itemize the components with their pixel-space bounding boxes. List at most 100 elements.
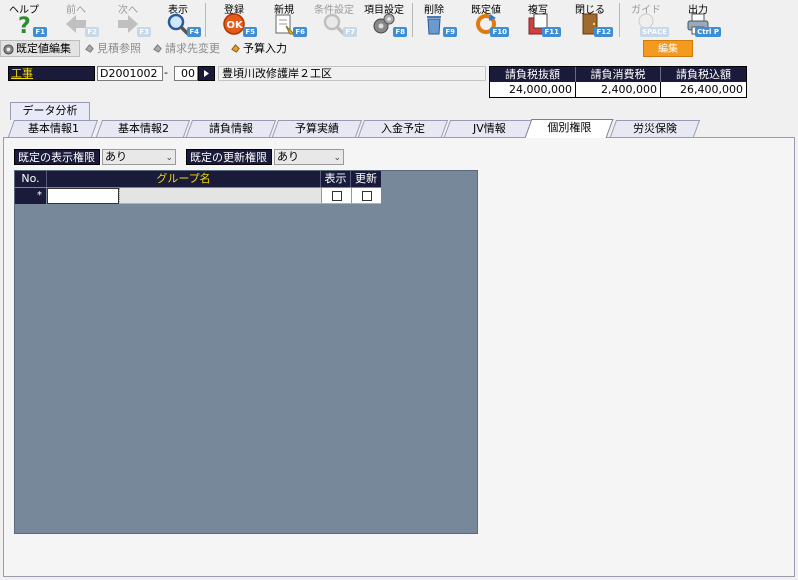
column-header-group[interactable]: グループ名	[47, 171, 321, 187]
display-key: F4	[187, 27, 201, 37]
tab-workers-insurance[interactable]: 労災保険	[609, 120, 701, 137]
project-code-input[interactable]: D2001002	[97, 66, 163, 81]
permission-grid[interactable]: No. グループ名 表示 更新 *	[14, 170, 478, 534]
show-cell	[321, 188, 351, 204]
tab-budget-actual[interactable]: 予算実績	[271, 120, 363, 137]
tab-label: 入金予定	[381, 122, 425, 135]
project-name: 豊頃川改修護岸２工区	[218, 66, 486, 81]
display-permission-select[interactable]: あり ⌄	[102, 149, 176, 165]
group-name-cell[interactable]	[47, 188, 119, 204]
mode-bar: 既定値編集 見積参照 請求先変更 予算入力	[0, 40, 300, 57]
toolbar-divider	[205, 3, 206, 37]
output-key: Ctrl P	[695, 27, 721, 37]
display-permission-value: あり	[105, 150, 127, 163]
tab-jv-info[interactable]: JV情報	[443, 120, 535, 137]
tab-basic-info-2[interactable]: 基本情報2	[95, 120, 191, 137]
toolbar-divider	[619, 3, 620, 37]
svg-text:OK: OK	[227, 20, 245, 31]
tab-label: JV情報	[472, 122, 506, 135]
project-lookup-button[interactable]	[198, 66, 215, 81]
conditions-key: F7	[343, 27, 357, 37]
total-value: 24,000,000	[490, 82, 576, 97]
tab-payment-schedule[interactable]: 入金予定	[357, 120, 449, 137]
delete-key: F9	[443, 27, 457, 37]
chevron-down-icon: ⌄	[333, 153, 341, 163]
tab-label: 予算実績	[295, 122, 339, 135]
column-header-update[interactable]: 更新	[351, 171, 381, 187]
default-key: F10	[490, 27, 509, 37]
conditions-button[interactable]: 条件設定 F7	[310, 0, 358, 40]
default-edit-mode[interactable]: 既定値編集	[0, 40, 80, 57]
total-header: 請負税抜額	[490, 67, 576, 82]
close-key: F12	[594, 27, 613, 37]
project-branch-input[interactable]: 00	[174, 66, 198, 81]
tab-strip: 基本情報1 基本情報2 請負情報 予算実績 入金予定 JV情報 個別権限 労災保…	[3, 119, 798, 138]
output-button[interactable]: 出力 Ctrl P	[674, 0, 722, 40]
default-edit-label: 既定値編集	[16, 42, 71, 55]
default-button[interactable]: 既定値 F10	[462, 0, 510, 40]
tab-label: 基本情報2	[117, 122, 169, 135]
new-key: F6	[293, 27, 307, 37]
prev-button[interactable]: 前へ F2	[52, 0, 100, 40]
hand-icon	[231, 44, 240, 53]
column-header-show[interactable]: 表示	[321, 171, 351, 187]
close-button[interactable]: 閉じる F12	[566, 0, 614, 40]
total-header: 請負税込額	[661, 67, 746, 82]
hand-icon	[153, 44, 162, 53]
guide-button[interactable]: ガイド SPACE	[622, 0, 670, 40]
tab-label: 請負情報	[209, 122, 253, 135]
toolbar: ヘルプ ? F1 前へ F2 次へ F3 表示 F4 登録 OK F5 新規 F…	[0, 0, 728, 40]
copy-button[interactable]: 複写 F11	[514, 0, 562, 40]
play-icon	[204, 70, 209, 77]
update-checkbox[interactable]	[362, 191, 372, 201]
project-label[interactable]: 工事	[8, 66, 95, 81]
delete-button[interactable]: 削除 F9	[410, 0, 458, 40]
new-row-marker: *	[15, 188, 46, 204]
tab-individual-permissions[interactable]: 個別権限	[524, 119, 614, 138]
column-header-no: No.	[15, 171, 47, 187]
budget-input-mode[interactable]: 予算入力	[228, 40, 287, 57]
tab-label: 労災保険	[633, 122, 677, 135]
project-label-text: 工事	[11, 67, 33, 80]
tab-label: 個別権限	[547, 121, 592, 134]
billing-change-label: 請求先変更	[165, 42, 220, 55]
register-key: F5	[243, 27, 257, 37]
update-permission-value: あり	[277, 150, 299, 163]
hand-icon	[85, 44, 94, 53]
copy-key: F11	[542, 27, 561, 37]
help-button[interactable]: ヘルプ ? F1	[0, 0, 48, 40]
new-button[interactable]: 新規 F6	[260, 0, 308, 40]
register-button[interactable]: 登録 OK F5	[210, 0, 258, 40]
total-value: 26,400,000	[661, 82, 746, 97]
show-checkbox[interactable]	[332, 191, 342, 201]
next-key: F3	[137, 27, 151, 37]
update-cell	[351, 188, 381, 204]
total-header: 請負消費税	[576, 67, 661, 82]
items-key: F8	[393, 27, 407, 37]
next-button[interactable]: 次へ F3	[104, 0, 152, 40]
tab-basic-info-1[interactable]: 基本情報1	[7, 120, 99, 137]
estimate-ref-mode[interactable]: 見積参照	[82, 40, 141, 57]
gear-icon	[3, 44, 14, 55]
billing-change-mode[interactable]: 請求先変更	[150, 40, 220, 57]
budget-input-label: 予算入力	[243, 42, 287, 55]
estimate-ref-label: 見積参照	[97, 42, 141, 55]
code-separator: -	[164, 66, 168, 79]
tab-label: 基本情報1	[27, 122, 79, 135]
contract-totals: 請負税抜額 24,000,000 請負消費税 2,400,000 請負税込額 2…	[489, 66, 747, 98]
tab-data-analysis[interactable]: データ分析	[10, 102, 90, 120]
update-permission-label: 既定の更新権限	[186, 149, 272, 165]
prev-key: F2	[85, 27, 99, 37]
guide-key: SPACE	[640, 27, 669, 37]
group-detail-cell	[119, 188, 321, 204]
update-permission-select[interactable]: あり ⌄	[274, 149, 344, 165]
display-permission-label: 既定の表示権限	[14, 149, 100, 165]
edit-button[interactable]: 編集	[643, 40, 693, 57]
svg-text:?: ?	[18, 14, 31, 36]
display-button[interactable]: 表示 F4	[154, 0, 202, 40]
items-button[interactable]: 項目設定 F8	[360, 0, 408, 40]
total-value: 2,400,000	[576, 82, 661, 97]
chevron-down-icon: ⌄	[165, 153, 173, 163]
help-key: F1	[33, 27, 47, 37]
tab-contract-info[interactable]: 請負情報	[185, 120, 277, 137]
